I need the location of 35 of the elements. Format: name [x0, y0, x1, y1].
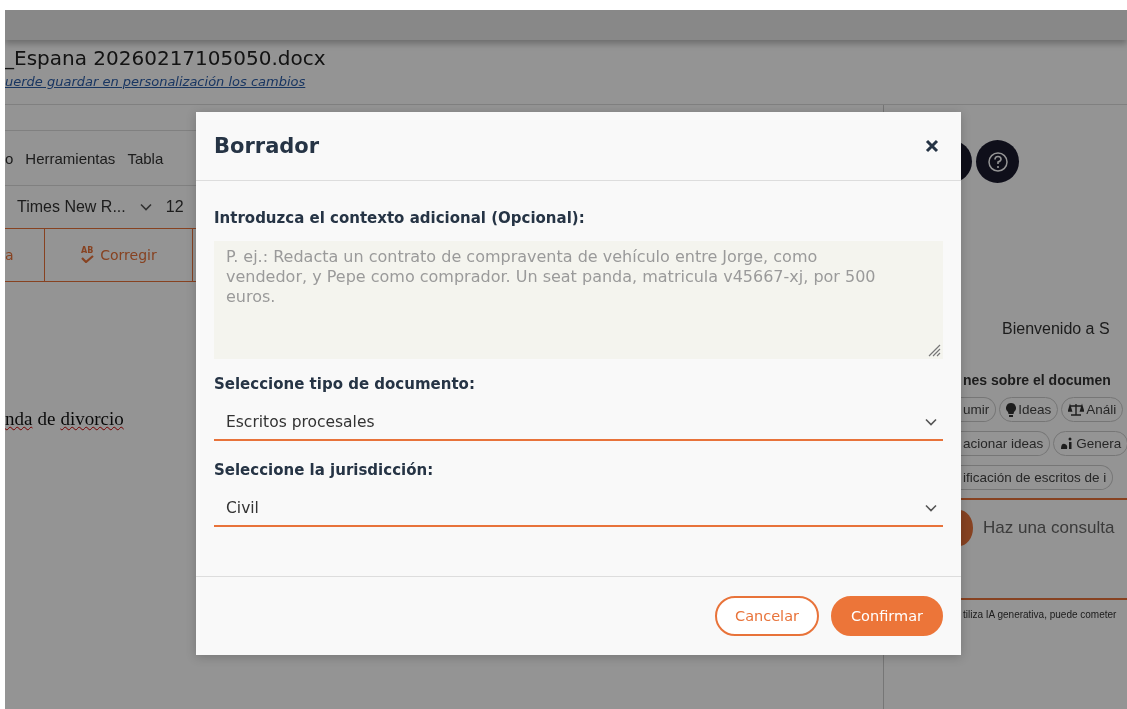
dropdown-select[interactable]: Escritos procesales	[214, 405, 943, 441]
context-textarea[interactable]: P. ej.: Redacta un contrato de compraventa de vehículo entre Jorge, como vendedor, y Pepe como comprador. Un seat panda, matricula v45667-xj, por 500 euros.	[214, 241, 943, 359]
chevron-down-icon	[925, 504, 937, 512]
menu-item[interactable]: Tabla	[127, 149, 164, 167]
font-name-dropdown[interactable]: Times New R...	[17, 198, 126, 216]
sparkle-person-icon	[1060, 437, 1075, 450]
field-label: Introduzca el contexto adicional (Opcional):	[214, 209, 586, 227]
font-size-dropdown[interactable]: 12	[165, 198, 184, 216]
field-label: Seleccione la jurisdicción:	[214, 461, 435, 479]
lightbulb-icon	[1006, 402, 1017, 417]
chevron-down-icon	[139, 203, 152, 211]
welcome-text: Bienvenido a S	[1002, 320, 1111, 338]
confirm-button[interactable]: Confirmar	[831, 596, 943, 636]
menu-item[interactable]: o	[5, 149, 14, 167]
section-title: nes sobre el documen	[963, 372, 1112, 388]
action-chip[interactable]: Ideas	[999, 397, 1059, 422]
query-field[interactable]: Haz una consulta	[983, 518, 1115, 538]
disclaimer-text: tiliza IA generativa, puede cometer	[963, 609, 1118, 620]
document-text: nda de divorcio	[5, 408, 125, 429]
cancel-button[interactable]: Cancelar	[715, 596, 819, 636]
field-label: Seleccione tipo de documento:	[214, 375, 476, 393]
close-icon[interactable]	[923, 137, 941, 155]
action-chip[interactable]: acionar ideas	[961, 431, 1051, 456]
action-chip[interactable]: ificación de escritos de i	[961, 465, 1114, 490]
action-chip[interactable]: Análi	[1061, 397, 1124, 422]
chevron-down-icon	[925, 418, 937, 426]
save-hint-link[interactable]: uerde guardar en personalización los cambios	[5, 74, 306, 89]
action-chip[interactable]: Genera	[1053, 431, 1127, 456]
action-chip[interactable]: umir	[961, 397, 997, 422]
menu-item[interactable]: Herramientas	[25, 149, 116, 167]
resize-grip-icon[interactable]	[927, 343, 941, 357]
scale-icon	[1068, 403, 1085, 416]
dialog-title: Borrador	[214, 134, 320, 158]
dropdown-select[interactable]: Civil	[214, 491, 943, 527]
help-icon[interactable]	[976, 140, 1019, 183]
